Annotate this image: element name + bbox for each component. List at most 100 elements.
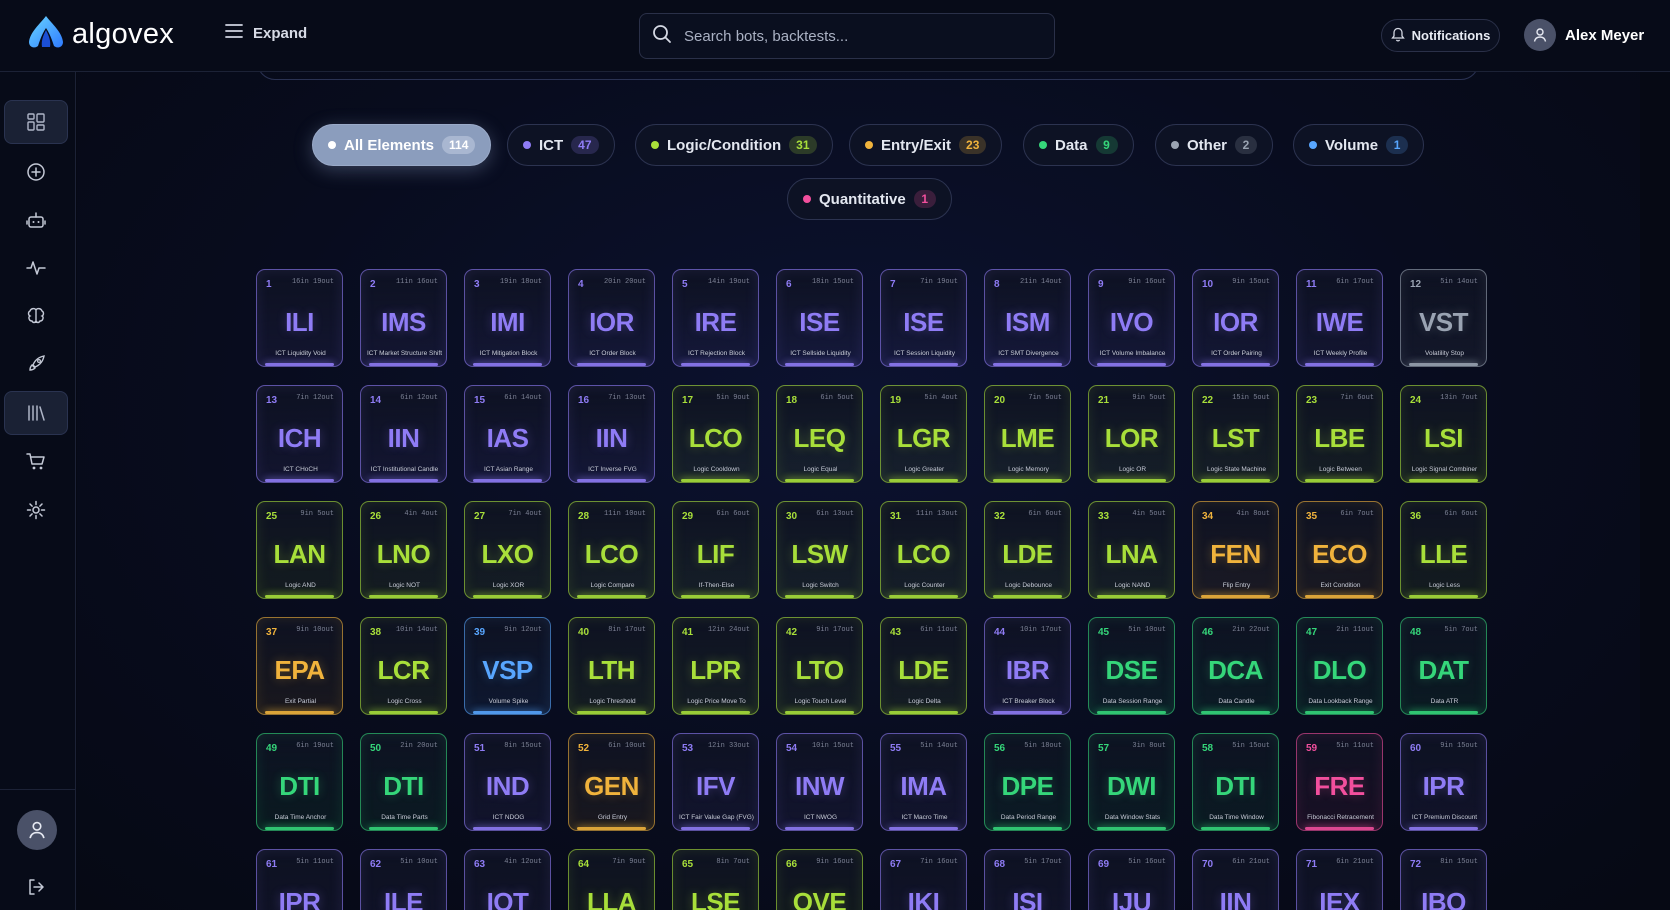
sidebar-item-dashboard[interactable] <box>4 100 68 144</box>
sidebar-item-marketplace[interactable] <box>4 440 68 484</box>
element-tile[interactable]: 58 5in 15out DTI Data Time Window <box>1192 733 1279 831</box>
element-tile[interactable]: 37 9in 10out EPA Exit Partial <box>256 617 343 715</box>
element-tile[interactable]: 40 8in 17out LTH Logic Threshold <box>568 617 655 715</box>
element-tile[interactable]: 62 5in 10out ILE <box>360 849 447 910</box>
element-tile[interactable]: 28 11in 10out LCO Logic Compare <box>568 501 655 599</box>
sidebar-item-settings[interactable] <box>4 488 68 532</box>
element-tile[interactable]: 16 7in 13out IIN ICT Inverse FVG <box>568 385 655 483</box>
filter-pill-quantitative[interactable]: Quantitative 1 <box>787 178 952 220</box>
element-tile[interactable]: 51 8in 15out IND ICT NDOG <box>464 733 551 831</box>
element-tile[interactable]: 36 6in 6out LLE Logic Less <box>1400 501 1487 599</box>
filter-pill-other[interactable]: Other 2 <box>1155 124 1274 166</box>
profile-avatar[interactable] <box>17 810 57 850</box>
element-tile[interactable]: 72 8in 15out IBO <box>1400 849 1487 910</box>
element-tile[interactable]: 53 12in 33out IFV ICT Fair Value Gap (FVG) <box>672 733 759 831</box>
element-tile[interactable]: 42 9in 17out LTO Logic Touch Level <box>776 617 863 715</box>
element-tile[interactable]: 26 4in 4out LNO Logic NOT <box>360 501 447 599</box>
element-tile[interactable]: 31 11in 13out LCO Logic Counter <box>880 501 967 599</box>
element-tile[interactable]: 33 4in 5out LNA Logic NAND <box>1088 501 1175 599</box>
element-tile[interactable]: 9 9in 16out IVO ICT Volume Imbalance <box>1088 269 1175 367</box>
element-tile[interactable]: 52 6in 10out GEN Grid Entry <box>568 733 655 831</box>
element-glow-bar <box>993 363 1062 366</box>
sidebar-item-create[interactable] <box>4 150 68 194</box>
expand-button[interactable]: Expand <box>225 24 307 42</box>
filter-pill-logic-condition[interactable]: Logic/Condition 31 <box>635 124 833 166</box>
element-tile[interactable]: 3 19in 18out IMI ICT Mitigation Block <box>464 269 551 367</box>
element-tile[interactable]: 63 4in 12out IOT <box>464 849 551 910</box>
element-tile[interactable]: 49 6in 19out DTI Data Time Anchor <box>256 733 343 831</box>
element-tile[interactable]: 20 7in 5out LME Logic Memory <box>984 385 1071 483</box>
sidebar-item-deploy[interactable] <box>4 342 68 386</box>
element-tile[interactable]: 66 9in 16out OVE <box>776 849 863 910</box>
element-tile[interactable]: 68 5in 17out ISI <box>984 849 1071 910</box>
element-tile[interactable]: 30 6in 13out LSW Logic Switch <box>776 501 863 599</box>
element-tile[interactable]: 24 13in 7out LSI Logic Signal Combiner <box>1400 385 1487 483</box>
element-tile[interactable]: 61 5in 11out IPR <box>256 849 343 910</box>
search-input[interactable] <box>684 27 1024 45</box>
element-tile[interactable]: 34 4in 8out FEN Flip Entry <box>1192 501 1279 599</box>
element-tile[interactable]: 69 5in 16out IJU <box>1088 849 1175 910</box>
logout-button[interactable] <box>4 865 68 909</box>
element-tile[interactable]: 32 6in 6out LDE Logic Debounce <box>984 501 1071 599</box>
element-tile[interactable]: 10 9in 15out IOR ICT Order Pairing <box>1192 269 1279 367</box>
element-tile[interactable]: 43 6in 11out LDE Logic Delta <box>880 617 967 715</box>
element-tile[interactable]: 19 5in 4out LGR Logic Greater <box>880 385 967 483</box>
element-tile[interactable]: 47 2in 11out DLO Data Lookback Range <box>1296 617 1383 715</box>
element-tile[interactable]: 54 10in 15out INW ICT NWOG <box>776 733 863 831</box>
element-tile[interactable]: 57 3in 8out DWI Data Window Stats <box>1088 733 1175 831</box>
element-tile[interactable]: 44 10in 17out IBR ICT Breaker Block <box>984 617 1071 715</box>
element-tile[interactable]: 27 7in 4out LXO Logic XOR <box>464 501 551 599</box>
filter-pill-all-elements[interactable]: All Elements 114 <box>312 124 492 166</box>
element-tile[interactable]: 59 5in 11out FRE Fibonacci Retracement <box>1296 733 1383 831</box>
element-tile[interactable]: 1 16in 19out ILI ICT Liquidity Void <box>256 269 343 367</box>
filter-pill-ict[interactable]: ICT 47 <box>507 124 615 166</box>
sidebar-item-bots[interactable] <box>4 198 68 242</box>
element-tile[interactable]: 35 6in 7out ECO Exit Condition <box>1296 501 1383 599</box>
element-tile[interactable]: 6 18in 15out ISE ICT Sellside Liquidity <box>776 269 863 367</box>
element-tile[interactable]: 41 12in 24out LPR Logic Price Move To <box>672 617 759 715</box>
element-tile[interactable]: 56 5in 18out DPE Data Period Range <box>984 733 1071 831</box>
filter-pill-data[interactable]: Data 9 <box>1023 124 1134 166</box>
element-tile[interactable]: 17 5in 9out LCO Logic Cooldown <box>672 385 759 483</box>
sidebar-item-library[interactable] <box>4 391 68 435</box>
filter-pill-volume[interactable]: Volume 1 <box>1293 124 1425 166</box>
notifications-button[interactable]: Notifications <box>1381 19 1500 52</box>
element-tile[interactable]: 45 5in 10out DSE Data Session Range <box>1088 617 1175 715</box>
element-tile[interactable]: 5 14in 19out IRE ICT Rejection Block <box>672 269 759 367</box>
element-tile[interactable]: 65 8in 7out LSE <box>672 849 759 910</box>
element-tile[interactable]: 11 6in 17out IWE ICT Weekly Profile <box>1296 269 1383 367</box>
element-tile[interactable]: 70 6in 21out IIN <box>1192 849 1279 910</box>
element-tile[interactable]: 46 2in 22out DCA Data Candle <box>1192 617 1279 715</box>
user-menu[interactable]: Alex Meyer <box>1524 19 1644 51</box>
element-tile[interactable]: 60 9in 15out IPR ICT Premium Discount <box>1400 733 1487 831</box>
element-tile[interactable]: 13 7in 12out ICH ICT CHoCH <box>256 385 343 483</box>
element-io-count: 10in 15out <box>811 742 854 750</box>
element-tile[interactable]: 38 10in 14out LCR Logic Cross <box>360 617 447 715</box>
element-tile[interactable]: 4 20in 20out IOR ICT Order Block <box>568 269 655 367</box>
element-tile[interactable]: 18 6in 5out LEQ Logic Equal <box>776 385 863 483</box>
element-tile[interactable]: 7 7in 19out ISE ICT Session Liquidity <box>880 269 967 367</box>
element-tile[interactable]: 71 6in 21out IEX <box>1296 849 1383 910</box>
element-tile[interactable]: 12 5in 14out VST Volatility Stop <box>1400 269 1487 367</box>
element-tile[interactable]: 23 7in 6out LBE Logic Between <box>1296 385 1383 483</box>
element-tile[interactable]: 39 9in 12out VSP Volume Spike <box>464 617 551 715</box>
element-tile[interactable]: 15 6in 14out IAS ICT Asian Range <box>464 385 551 483</box>
element-tile[interactable]: 55 5in 14out IMA ICT Macro Time <box>880 733 967 831</box>
element-tile[interactable]: 2 11in 16out IMS ICT Market Structure Shift <box>360 269 447 367</box>
element-tile[interactable]: 25 9in 5out LAN Logic AND <box>256 501 343 599</box>
element-tile[interactable]: 8 21in 14out ISM ICT SMT Divergence <box>984 269 1071 367</box>
element-tile[interactable]: 64 7in 9out LLA <box>568 849 655 910</box>
element-tile[interactable]: 67 7in 16out IKI <box>880 849 967 910</box>
element-tile[interactable]: 50 2in 20out DTI Data Time Parts <box>360 733 447 831</box>
element-io-count: 9in 5out <box>1132 394 1166 402</box>
sidebar-item-activity[interactable] <box>4 246 68 290</box>
sidebar-item-ai[interactable] <box>4 294 68 338</box>
element-tile[interactable]: 22 15in 5out LST Logic State Machine <box>1192 385 1279 483</box>
element-tile[interactable]: 48 5in 7out DAT Data ATR <box>1400 617 1487 715</box>
element-tile[interactable]: 21 9in 5out LOR Logic OR <box>1088 385 1175 483</box>
filter-pill-entry-exit[interactable]: Entry/Exit 23 <box>849 124 1003 166</box>
app-logo[interactable]: algovex <box>26 14 174 55</box>
element-io-count: 9in 16out <box>816 858 854 866</box>
element-tile[interactable]: 14 6in 12out IIN ICT Institutional Candle <box>360 385 447 483</box>
element-tile[interactable]: 29 6in 6out LIF If-Then-Else <box>672 501 759 599</box>
